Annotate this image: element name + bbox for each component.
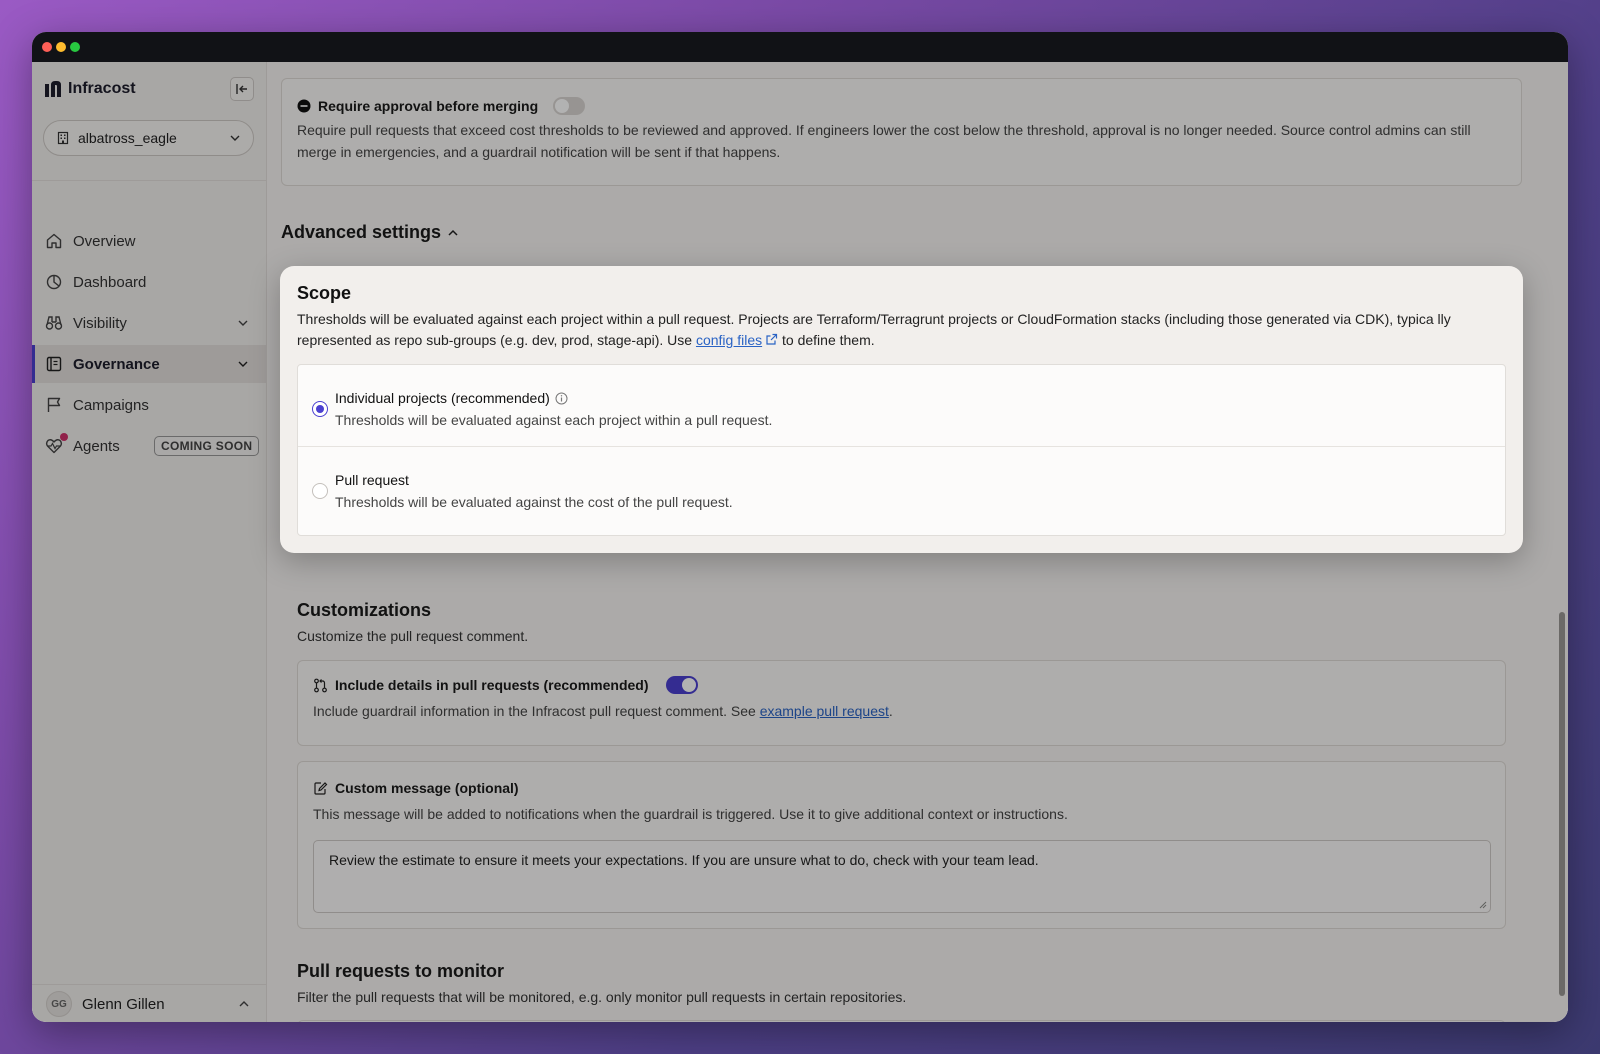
- customizations-subtitle: Customize the pull request comment.: [297, 628, 529, 644]
- title-bar: [32, 32, 1568, 62]
- sidebar-item-overview[interactable]: Overview: [32, 222, 267, 260]
- minimize-window-button[interactable]: [56, 42, 66, 52]
- customizations-heading: Customizations: [297, 600, 432, 620]
- brand-name: Infracost: [68, 80, 136, 97]
- user-name: Glenn Gillen: [82, 995, 165, 1013]
- infracost-logo-icon: [45, 81, 61, 97]
- example-pull-request-link[interactable]: example pull request: [760, 703, 889, 719]
- org-name: albatross_eagle: [78, 130, 177, 146]
- flag-icon: [47, 397, 61, 412]
- org-selector[interactable]: albatross_eagle: [43, 120, 254, 156]
- pie-chart-icon: [46, 274, 62, 290]
- avatar: GG: [46, 991, 72, 1017]
- custom-message-textarea[interactable]: Review the estimate to ensure it meets y…: [313, 840, 1491, 913]
- user-menu[interactable]: GG Glenn Gillen: [32, 986, 267, 1022]
- coming-soon-badge: COMING SOON: [154, 436, 260, 456]
- approval-title-text: Require approval before merging: [318, 98, 539, 114]
- option-description: Thresholds will be evaluated against the…: [335, 494, 733, 510]
- option-label-text: Individual projects (recommended): [335, 390, 550, 406]
- details-title: Include details in pull requests (recomm…: [313, 676, 698, 694]
- monitor-subtitle: Filter the pull requests that will be mo…: [297, 989, 907, 1005]
- notification-dot: [60, 433, 68, 441]
- collapse-sidebar-button[interactable]: [230, 77, 254, 101]
- custom-message-card: Custom message (optional) This message w…: [297, 761, 1506, 929]
- scope-option-pull-request[interactable]: Pull request Thresholds will be evaluate…: [298, 447, 1505, 529]
- details-desc-text: Include guardrail information in the Inf…: [313, 703, 756, 719]
- chevron-down-icon: [238, 320, 248, 326]
- chevron-up-icon: [448, 229, 458, 236]
- sidebar-divider: [32, 180, 267, 181]
- scope-desc-end: to define them.: [782, 332, 875, 348]
- chevron-down-icon: [230, 135, 240, 141]
- sidebar-item-label: Dashboard: [73, 273, 147, 291]
- minus-circle-icon: [297, 99, 311, 113]
- config-files-link[interactable]: config files: [696, 332, 762, 348]
- chevron-down-icon: [238, 361, 248, 367]
- approval-title: Require approval before merging: [297, 97, 586, 115]
- book-icon: [46, 356, 62, 372]
- config-files-link-text: config files: [695, 332, 763, 348]
- custom-message-value: Review the estimate to ensure it meets y…: [329, 852, 1039, 868]
- scope-card: Scope Thresholds will be evaluated again…: [280, 266, 1523, 553]
- sidebar-item-label: Governance: [73, 355, 160, 373]
- option-label-text: Pull request: [335, 472, 409, 488]
- home-icon: [46, 233, 62, 249]
- sidebar-item-dashboard[interactable]: Dashboard: [32, 263, 267, 301]
- sidebar-item-label: Agents: [73, 437, 120, 455]
- radio-pull-request[interactable]: [312, 483, 328, 499]
- building-icon: [57, 131, 69, 145]
- approval-toggle[interactable]: [553, 97, 586, 115]
- sidebar-item-campaigns[interactable]: Campaigns: [32, 386, 267, 424]
- option-description: Thresholds will be evaluated against eac…: [335, 412, 773, 428]
- option-label: Individual projects (recommended): [335, 390, 568, 406]
- scope-description: Thresholds will be evaluated against eac…: [297, 309, 1507, 351]
- sidebar-item-agents[interactable]: Agents COMING SOON: [32, 427, 267, 465]
- scrollbar[interactable]: [1559, 612, 1565, 996]
- sidebar: Infracost albatross_eagle Overview Dashb…: [32, 62, 267, 1022]
- brand[interactable]: Infracost: [44, 80, 136, 98]
- approval-description: Require pull requests that exceed cost t…: [297, 122, 1471, 160]
- toggle-knob: [681, 678, 696, 692]
- sidebar-item-governance[interactable]: Governance: [32, 345, 267, 383]
- sidebar-item-label: Campaigns: [73, 396, 149, 414]
- details-card: Include details in pull requests (recomm…: [297, 660, 1506, 746]
- scope-options: Individual projects (recommended) Thresh…: [297, 364, 1506, 536]
- approval-card: Require approval before merging Require …: [281, 78, 1522, 186]
- sidebar-item-label: Overview: [73, 232, 136, 250]
- toggle-knob: [555, 99, 570, 113]
- external-link-icon: [766, 333, 778, 345]
- radio-individual-projects[interactable]: [312, 401, 328, 417]
- binoculars-icon: [45, 316, 63, 330]
- details-title-text: Include details in pull requests (recomm…: [335, 677, 649, 693]
- option-label: Pull request: [335, 472, 409, 488]
- git-pull-request-icon: [314, 678, 327, 692]
- sidebar-item-label: Visibility: [73, 314, 127, 332]
- monitor-heading: Pull requests to monitor: [297, 961, 505, 981]
- sidebar-item-visibility[interactable]: Visibility: [32, 304, 267, 342]
- details-description: Include guardrail information in the Inf…: [313, 700, 893, 722]
- scope-title: Scope: [297, 283, 352, 303]
- advanced-settings-toggle[interactable]: Advanced settings: [281, 222, 459, 243]
- resize-grip-icon[interactable]: [1479, 901, 1487, 909]
- info-icon[interactable]: [555, 392, 568, 405]
- details-desc-end: .: [888, 703, 893, 719]
- maximize-window-button[interactable]: [70, 42, 80, 52]
- custom-message-title-text: Custom message (optional): [335, 780, 519, 796]
- sidebar-divider: [32, 984, 267, 985]
- collapse-sidebar-icon: [236, 84, 247, 94]
- advanced-settings-heading: Advanced settings: [281, 222, 442, 242]
- chevron-up-icon: [239, 1001, 249, 1007]
- custom-message-title: Custom message (optional): [313, 780, 519, 796]
- monitor-card: [297, 1020, 1506, 1022]
- close-window-button[interactable]: [42, 42, 52, 52]
- scope-option-individual-projects[interactable]: Individual projects (recommended) Thresh…: [298, 365, 1505, 447]
- custom-message-description: This message will be added to notificati…: [313, 806, 1068, 822]
- details-toggle[interactable]: [665, 676, 698, 694]
- edit-note-icon: [314, 781, 328, 795]
